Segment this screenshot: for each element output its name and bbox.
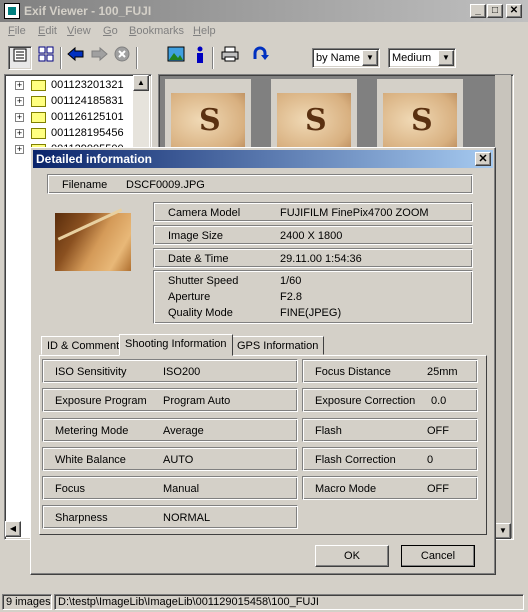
focus-distance-row: Focus Distance 25mm [302,359,478,383]
scroll-up-icon[interactable]: ▲ [133,75,149,91]
exposure-group: Shutter Speed 1/60 Aperture F2.8 Quality… [153,270,473,324]
menu-bar: File Edit View Go Bookmarks Help [0,22,528,42]
filename-label: Filename [62,179,108,191]
camera-model-field: Camera Model FUJIFILM FinePix4700 ZOOM [153,202,473,222]
cancel-button[interactable]: Cancel [401,545,475,567]
sort-select-value: by Name [316,52,361,64]
app-titlebar: Exif Viewer - 100_FUJI _ □ ✕ [0,0,528,22]
filename-value: DSCF0009.JPG [126,179,205,191]
datetime-field: Date & Time 29.11.00 1:54:36 [153,248,473,268]
quality-label: Quality Mode [168,307,233,319]
scroll-down-icon[interactable]: ▼ [495,523,511,539]
menu-help[interactable]: Help [193,25,216,37]
dialog-titlebar: Detailed information ✕ [33,150,493,168]
sort-dropdown-icon[interactable]: ▼ [362,50,378,66]
scroll-left-icon[interactable]: ◀ [5,521,21,537]
exposure-correction-row: Exposure Correction 0.0 [302,388,478,412]
iso-row: ISO Sensitivity ISO200 [42,359,298,383]
image-icon[interactable] [164,46,188,70]
datetime-label: Date & Time [168,253,229,265]
folder-icon [31,80,46,91]
ok-button[interactable]: OK [315,545,389,567]
image-size-value: 2400 X 1800 [280,230,343,242]
details-view-icon[interactable] [8,46,32,70]
camera-model-value: FUJIFILM FinePix4700 ZOOM [280,207,429,219]
thumbnail-image [277,93,351,153]
aperture-value: F2.8 [280,291,303,303]
datetime-value: 29.11.00 1:54:36 [280,253,362,265]
filename-field: Filename DSCF0009.JPG [47,174,473,194]
toolbar: by Name ▼ Medium ▼ [0,44,528,74]
thumbnail-view-icon[interactable] [34,46,58,70]
photo-preview [55,213,131,271]
expand-icon[interactable]: + [15,97,24,106]
size-dropdown-icon[interactable]: ▼ [438,50,454,66]
folder-icon [31,96,46,107]
back-arrow-icon[interactable] [64,46,88,70]
detail-dialog: Detailed information ✕ Filename DSCF0009… [30,147,496,575]
menu-edit[interactable]: Edit [38,25,57,37]
exposure-program-row: Exposure Program Program Auto [42,388,298,412]
menu-view[interactable]: View [67,25,91,37]
print-icon[interactable] [218,46,242,70]
rotate-icon[interactable] [248,46,272,70]
flash-correction-row: Flash Correction 0 [302,447,478,471]
sharpness-row: Sharpness NORMAL [42,505,298,529]
dialog-title: Detailed information [36,152,153,166]
quality-value: FINE(JPEG) [280,307,342,319]
expand-icon[interactable]: + [15,81,24,90]
image-size-field: Image Size 2400 X 1800 [153,225,473,245]
stop-icon[interactable] [110,46,134,70]
macro-mode-row: Macro Mode OFF [302,476,478,500]
metering-mode-row: Metering Mode Average [42,418,298,442]
app-icon [4,3,20,19]
camera-model-label: Camera Model [168,207,241,219]
image-size-label: Image Size [168,230,224,242]
shutter-label: Shutter Speed [168,275,239,287]
focus-row: Focus Manual [42,476,298,500]
tab-id-comment[interactable]: ID & Comment [41,336,126,355]
expand-icon[interactable]: + [15,145,24,154]
aperture-label: Aperture [168,291,211,303]
menu-bookmarks[interactable]: Bookmarks [129,25,184,37]
flash-row: Flash OFF [302,418,478,442]
tab-shooting-information[interactable]: Shooting Information [119,334,233,356]
shooting-info-panel: ISO Sensitivity ISO200 Exposure Program Pr… [39,355,487,535]
maximize-button[interactable]: □ [487,4,503,18]
thumbnail-image [383,93,457,153]
size-select-value: Medium [392,52,432,64]
white-balance-row: White Balance AUTO [42,447,298,471]
info-icon[interactable] [188,46,212,70]
tab-gps-information[interactable]: GPS Information [231,336,325,355]
dialog-close-icon[interactable]: ✕ [475,152,491,166]
folder-icon [31,112,46,123]
shutter-value: 1/60 [280,275,302,287]
image-count: 9 images [2,594,52,610]
app-title: Exif Viewer - 100_FUJI [24,4,152,18]
folder-icon [31,128,46,139]
thumbs-scrollbar[interactable]: ▼ [495,75,511,539]
expand-icon[interactable]: + [15,129,24,138]
thumbnail-image [171,93,245,153]
current-path: D:\testp\ImageLib\ImageLib\001129015458\… [54,594,524,610]
sort-select[interactable]: by Name ▼ [312,48,380,68]
close-button[interactable]: ✕ [506,4,522,18]
size-select[interactable]: Medium ▼ [388,48,456,68]
forward-arrow-icon[interactable] [87,46,111,70]
minimize-button[interactable]: _ [470,4,486,18]
expand-icon[interactable]: + [15,113,24,122]
status-bar: 9 images D:\testp\ImageLib\ImageLib\0011… [0,592,528,612]
menu-go[interactable]: Go [103,25,118,37]
menu-file[interactable]: File [8,25,26,37]
